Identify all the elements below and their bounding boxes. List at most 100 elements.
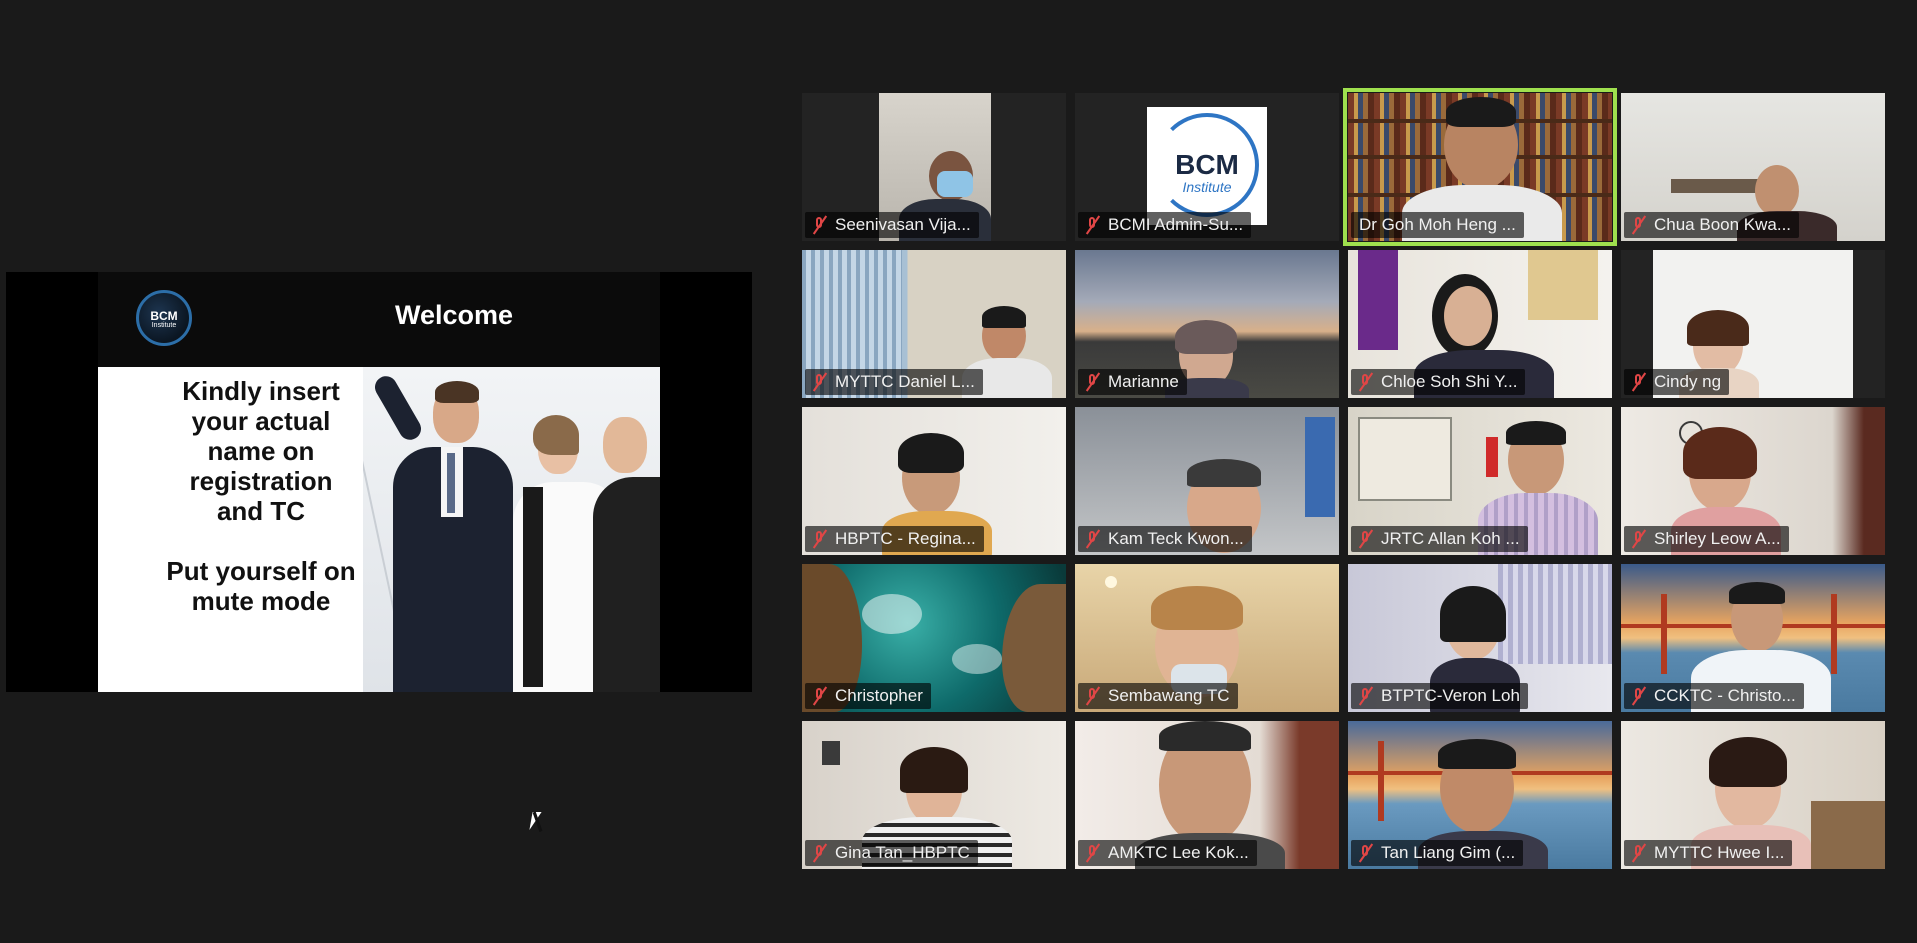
slide-line: name on — [207, 436, 315, 466]
participant-nameplate: BTPTC-Veron Loh — [1351, 683, 1528, 709]
muted-mic-icon — [1357, 844, 1375, 862]
muted-mic-icon — [811, 844, 829, 862]
muted-mic-icon — [811, 687, 829, 705]
participant-nameplate: Chloe Soh Shi Y... — [1351, 369, 1526, 395]
participant-nameplate: Chua Boon Kwa... — [1624, 212, 1800, 238]
muted-mic-icon — [811, 373, 829, 391]
muted-mic-icon — [1084, 844, 1102, 862]
participant-name: CCKTC - Christo... — [1654, 686, 1796, 705]
muted-mic-icon — [1630, 530, 1648, 548]
participant-tile[interactable]: JRTC Allan Koh ... — [1348, 407, 1612, 555]
slide-header: BCM Institute Welcome — [98, 272, 660, 367]
participant-nameplate: HBPTC - Regina... — [805, 526, 984, 552]
muted-mic-icon — [1630, 844, 1648, 862]
participant-name: Dr Goh Moh Heng ... — [1359, 215, 1516, 234]
participant-name: Kam Teck Kwon... — [1108, 529, 1244, 548]
participant-name: Cindy ng — [1654, 372, 1722, 391]
participant-nameplate: Seenivasan Vija... — [805, 212, 979, 238]
muted-mic-icon — [1357, 373, 1375, 391]
participant-name: MYTTC Hwee I... — [1654, 843, 1785, 862]
participant-name: HBPTC - Regina... — [835, 529, 976, 548]
muted-mic-icon — [1357, 530, 1375, 548]
participant-tile[interactable]: BCM Institute BCMI Admin-Su... — [1075, 93, 1339, 241]
participant-nameplate: Dr Goh Moh Heng ... — [1351, 212, 1524, 238]
participant-name: Tan Liang Gim (... — [1381, 843, 1516, 862]
participant-name: MYTTC Daniel L... — [835, 372, 975, 391]
muted-mic-icon — [1357, 687, 1375, 705]
participant-name: Gina Tan_HBPTC — [835, 843, 970, 862]
participant-nameplate: Shirley Leow A... — [1624, 526, 1789, 552]
participant-avatar-logo: BCM Institute — [1147, 107, 1267, 225]
participant-nameplate: MYTTC Daniel L... — [805, 369, 983, 395]
muted-mic-icon — [1630, 373, 1648, 391]
participant-nameplate: BCMI Admin-Su... — [1078, 212, 1252, 238]
participant-tile[interactable]: CCKTC - Christo... — [1621, 564, 1885, 712]
participant-name: Sembawang TC — [1108, 686, 1230, 705]
participant-tile[interactable]: Shirley Leow A... — [1621, 407, 1885, 555]
muted-mic-icon — [1084, 530, 1102, 548]
slide-line: Put yourself on — [166, 556, 356, 586]
participant-name: Christopher — [835, 686, 923, 705]
participant-nameplate: Cindy ng — [1624, 369, 1730, 395]
slide-instructions: Kindly insert your actual name on regist… — [126, 376, 396, 616]
muted-mic-icon — [1084, 216, 1102, 234]
avatar-logo-subtext: Institute — [1182, 179, 1232, 195]
slide-line: your actual — [191, 406, 331, 436]
participant-name: Marianne — [1108, 372, 1179, 391]
slide-line: and TC — [216, 496, 306, 526]
participant-gallery: Seenivasan Vija... BCM Institute BCMI Ad… — [802, 88, 1885, 871]
participant-tile[interactable]: Gina Tan_HBPTC — [802, 721, 1066, 869]
participant-tile[interactable]: HBPTC - Regina... — [802, 407, 1066, 555]
participant-name: JRTC Allan Koh ... — [1381, 529, 1520, 548]
participant-tile[interactable]: MYTTC Hwee I... — [1621, 721, 1885, 869]
participant-nameplate: Marianne — [1078, 369, 1187, 395]
participant-tile[interactable]: Chua Boon Kwa... — [1621, 93, 1885, 241]
muted-mic-icon — [811, 216, 829, 234]
participant-nameplate: MYTTC Hwee I... — [1624, 840, 1793, 866]
muted-mic-icon — [1630, 687, 1648, 705]
participant-nameplate: Gina Tan_HBPTC — [805, 840, 978, 866]
participant-name: BTPTC-Veron Loh — [1381, 686, 1520, 705]
participant-tile[interactable]: Tan Liang Gim (... — [1348, 721, 1612, 869]
business-people-photo — [363, 367, 660, 692]
avatar-logo-text: BCM — [1175, 149, 1239, 180]
participant-name: Seenivasan Vija... — [835, 215, 971, 234]
participant-tile-active-speaker[interactable]: Dr Goh Moh Heng ... — [1343, 88, 1617, 246]
muted-mic-icon — [1630, 216, 1648, 234]
participant-tile[interactable]: Sembawang TC — [1075, 564, 1339, 712]
slide-title: Welcome — [394, 300, 514, 330]
participant-name: BCMI Admin-Su... — [1108, 215, 1244, 234]
participant-tile[interactable]: Cindy ng — [1621, 250, 1885, 398]
participant-tile[interactable]: Chloe Soh Shi Y... — [1348, 250, 1612, 398]
participant-nameplate: CCKTC - Christo... — [1624, 683, 1804, 709]
participant-name: Shirley Leow A... — [1654, 529, 1781, 548]
participant-nameplate: Christopher — [805, 683, 931, 709]
shared-screen[interactable]: BCM Institute Welcome Kindly insert your… — [6, 272, 752, 692]
participant-nameplate: AMKTC Lee Kok... — [1078, 840, 1257, 866]
bcm-logo: BCM Institute — [136, 290, 192, 346]
slide-line: Kindly insert — [182, 376, 340, 406]
muted-mic-icon — [1084, 373, 1102, 391]
logo-text: BCM — [150, 309, 178, 323]
participant-tile[interactable]: Christopher — [802, 564, 1066, 712]
participant-nameplate: Sembawang TC — [1078, 683, 1238, 709]
slide-line: registration — [189, 466, 333, 496]
participant-tile[interactable]: Marianne — [1075, 250, 1339, 398]
muted-mic-icon — [811, 530, 829, 548]
participant-tile[interactable]: AMKTC Lee Kok... — [1075, 721, 1339, 869]
participant-nameplate: JRTC Allan Koh ... — [1351, 526, 1528, 552]
participant-name: Chua Boon Kwa... — [1654, 215, 1792, 234]
presentation-slide: BCM Institute Welcome Kindly insert your… — [98, 272, 660, 692]
participant-nameplate: Kam Teck Kwon... — [1078, 526, 1252, 552]
participant-tile[interactable]: MYTTC Daniel L... — [802, 250, 1066, 398]
participant-tile[interactable]: Seenivasan Vija... — [802, 93, 1066, 241]
participant-nameplate: Tan Liang Gim (... — [1351, 840, 1524, 866]
mouse-cursor-icon — [529, 812, 551, 830]
participant-tile[interactable]: BTPTC-Veron Loh — [1348, 564, 1612, 712]
logo-subtext: Institute — [151, 322, 177, 329]
participant-name: Chloe Soh Shi Y... — [1381, 372, 1518, 391]
participant-name: AMKTC Lee Kok... — [1108, 843, 1249, 862]
slide-line: mute mode — [191, 586, 331, 616]
muted-mic-icon — [1084, 687, 1102, 705]
participant-tile[interactable]: Kam Teck Kwon... — [1075, 407, 1339, 555]
